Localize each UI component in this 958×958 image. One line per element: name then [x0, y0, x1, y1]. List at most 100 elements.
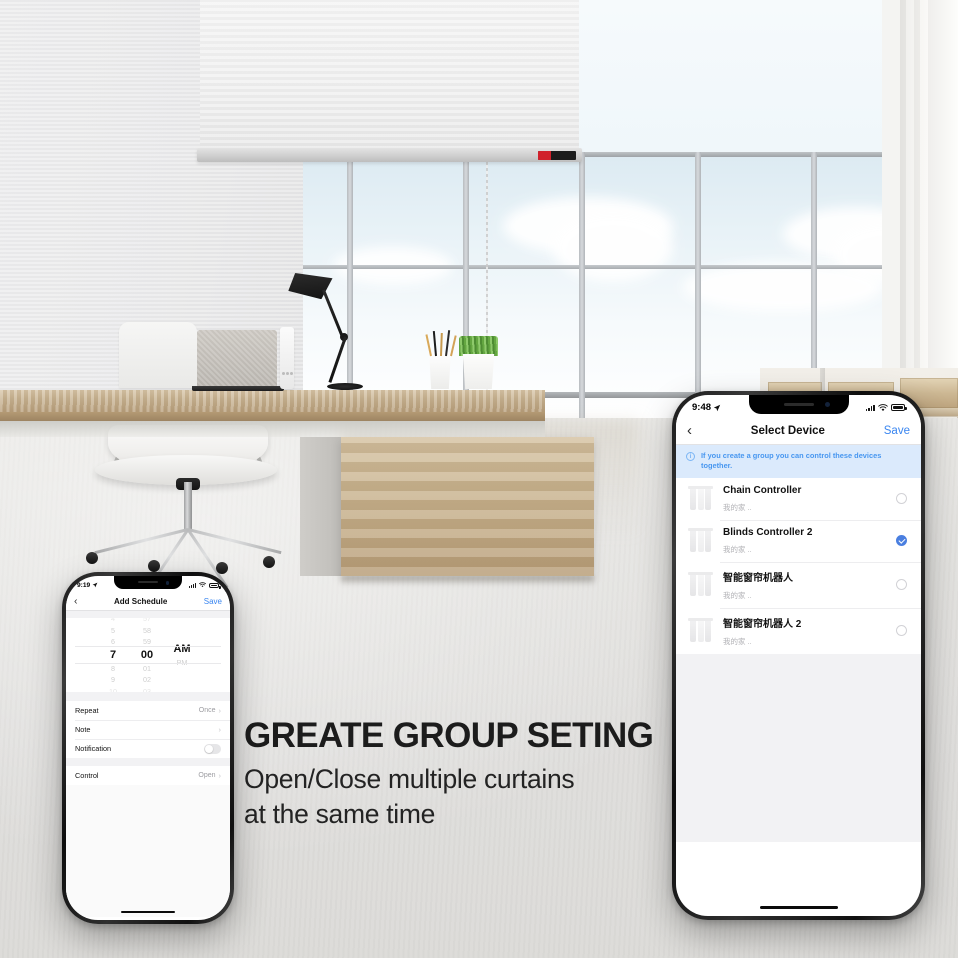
row-label: Notification — [75, 744, 112, 753]
desk-lamp-base — [327, 383, 363, 390]
device-name: Blinds Controller 2 — [723, 526, 813, 538]
time-picker[interactable]: 45678910 57585900010203 AMPM — [66, 618, 230, 692]
wifi-icon — [199, 582, 206, 588]
home-indicator[interactable] — [759, 906, 838, 909]
desk-top — [0, 390, 545, 412]
device-select-radio[interactable] — [896, 535, 907, 547]
device-location: 我的家 .. — [723, 636, 752, 646]
save-button[interactable]: Save — [204, 597, 222, 606]
roller-blind — [200, 0, 579, 152]
phone-select-device: 9:48 ‹ Select Device Save i If you creat… — [672, 391, 925, 920]
page-empty-area — [66, 785, 230, 917]
row-value: Open — [198, 772, 216, 779]
picker-value[interactable]: 03 — [130, 686, 164, 693]
potted-plant-pot — [462, 354, 495, 389]
device-row[interactable]: Blinds Controller 2 我的家 .. — [676, 519, 921, 562]
device-row[interactable]: 智能窗帘机器人 2 我的家 .. — [676, 607, 921, 654]
status-time-group: 9:48 — [692, 402, 721, 413]
picker-value[interactable]: 58 — [130, 625, 164, 637]
page-title: GREATE GROUP SETING — [244, 716, 654, 755]
device-select-radio[interactable] — [896, 579, 907, 591]
headline-subtext: Open/Close multiple curtains at the same… — [244, 762, 674, 832]
device-text: 智能窗帘机器人 我的家 .. — [723, 569, 886, 601]
home-indicator[interactable] — [121, 910, 175, 913]
desk-underside — [0, 421, 545, 437]
headline-line-1: Open/Close multiple curtains — [244, 764, 575, 794]
earpiece-speaker — [783, 402, 814, 406]
earpiece-speaker — [138, 581, 158, 584]
row-value: Once — [198, 707, 216, 714]
picker-value[interactable]: 5 — [96, 625, 130, 637]
status-time: 9:19 — [77, 581, 91, 589]
cloud — [553, 212, 673, 282]
back-button[interactable]: ‹ — [687, 422, 692, 439]
cloud — [683, 262, 882, 312]
schedule-row-control[interactable]: Control Open › — [66, 766, 230, 785]
device-list: Chain Controller 我的家 .. Blinds Controller … — [676, 477, 921, 654]
status-indicators — [188, 582, 221, 589]
section-gap — [66, 692, 230, 701]
headline-line-2: at the same time — [244, 798, 436, 829]
battery-icon — [891, 404, 907, 411]
device-name: 智能窗帘机器人 — [723, 572, 793, 584]
wall-right — [928, 0, 958, 392]
notification-toggle[interactable] — [204, 743, 221, 754]
chair-caster — [86, 552, 98, 564]
monitor — [119, 322, 197, 388]
chair-caster — [263, 556, 275, 568]
picker-column-minutes[interactable]: 57 58 59 00 01 02 03 — [130, 618, 164, 692]
chevron-right-icon: › — [218, 725, 222, 734]
remote-control — [280, 327, 294, 389]
picker-value[interactable]: AM — [164, 642, 200, 657]
save-button[interactable]: Save — [884, 425, 910, 437]
laptop — [197, 330, 277, 388]
device-row[interactable]: Chain Controller 我的家 .. — [676, 478, 921, 520]
device-location: 我的家 .. — [723, 590, 752, 600]
schedule-row-repeat[interactable]: Repeat Once › — [66, 701, 230, 720]
battery-icon — [209, 582, 221, 589]
curtain-motor-device-icon — [538, 151, 576, 160]
device-row[interactable]: 智能窗帘机器人 我的家 .. — [676, 561, 921, 608]
window-mullion — [579, 152, 585, 418]
info-banner-text: If you create a group you can control th… — [701, 451, 882, 470]
schedule-row-note[interactable]: Note › — [66, 720, 230, 739]
schedule-options-list: Repeat Once › Note › Notification Control Open › — [66, 701, 230, 785]
pencil-cup — [429, 352, 451, 389]
chair-caster — [148, 560, 160, 572]
picker-value[interactable]: 00 — [130, 648, 164, 663]
section-gap — [66, 611, 230, 618]
device-select-radio[interactable] — [896, 493, 907, 505]
picker-value[interactable]: 02 — [130, 674, 164, 686]
schedule-row-notification[interactable]: Notification — [66, 739, 230, 758]
blind-bottom-rail — [197, 148, 582, 162]
info-circle-icon: i — [686, 452, 695, 461]
back-button[interactable]: ‹ — [74, 595, 78, 607]
picker-value[interactable]: 01 — [130, 663, 164, 675]
row-value-group: Once › — [199, 706, 221, 715]
device-select-radio[interactable] — [896, 625, 907, 637]
front-camera — [165, 581, 169, 585]
front-camera — [824, 402, 830, 407]
row-value-group: › — [216, 725, 222, 734]
desk-riser — [300, 437, 342, 576]
device-text: Chain Controller 我的家 .. — [723, 485, 886, 513]
potted-plant-foliage — [459, 336, 498, 356]
status-time-group: 9:19 — [77, 582, 98, 589]
device-text: 智能窗帘机器人 2 我的家 .. — [723, 615, 886, 647]
picker-value[interactable]: 8 — [96, 663, 130, 675]
window-transom — [303, 265, 882, 269]
navigation-bar: ‹ Select Device Save — [676, 417, 921, 445]
chair-column — [184, 482, 192, 530]
picker-value[interactable]: 9 — [96, 674, 130, 686]
row-label: Note — [75, 725, 91, 734]
row-label: Repeat — [75, 706, 99, 715]
marketing-headline-block: GREATE GROUP SETING Open/Close multiple … — [244, 718, 674, 832]
row-label: Control — [75, 771, 99, 780]
phone-add-schedule: 9:19 ‹ Add Schedule Save 4 5 6 7 8 9 10 … — [62, 572, 234, 924]
picker-value[interactable]: 10 — [96, 686, 130, 693]
window-mullion — [695, 152, 701, 418]
picker-column-hours[interactable]: 4 5 6 7 8 9 10 — [96, 618, 130, 692]
notch — [114, 576, 182, 589]
picker-value[interactable]: 7 — [96, 648, 130, 663]
picker-divider — [75, 663, 221, 664]
